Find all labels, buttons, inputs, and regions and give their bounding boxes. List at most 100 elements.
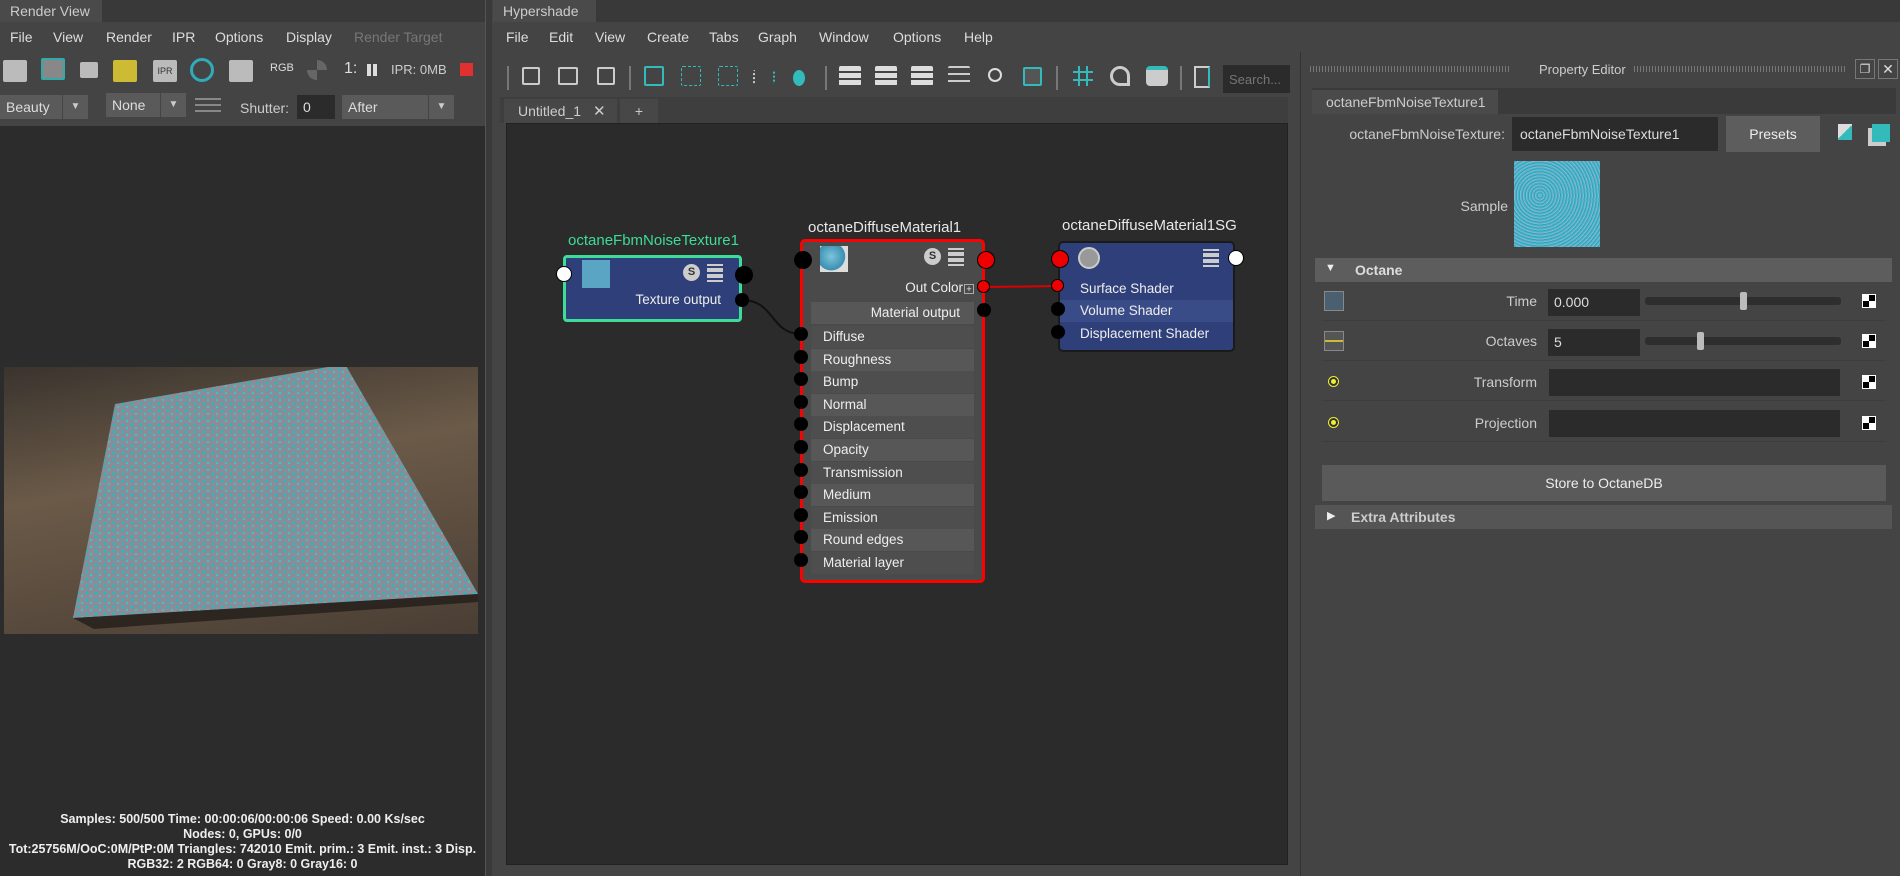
presets-button[interactable]: Presets bbox=[1726, 116, 1820, 152]
material-node-title: octaneDiffuseMaterial1 bbox=[808, 219, 962, 236]
octaves-label: Octaves bbox=[1485, 333, 1537, 349]
material-input-row: Round edges bbox=[811, 529, 974, 552]
close-icon[interactable]: ✕ bbox=[1878, 59, 1898, 79]
map-texture-icon[interactable] bbox=[1862, 416, 1876, 430]
material-input-row: Roughness bbox=[811, 348, 974, 371]
input-label: Opacity bbox=[823, 442, 869, 457]
node-type-label: octaneFbmNoiseTexture: bbox=[1349, 126, 1505, 142]
material-input-port[interactable] bbox=[794, 394, 808, 409]
attributes-list-icon[interactable] bbox=[707, 264, 723, 282]
octaves-input[interactable]: 5 bbox=[1548, 329, 1640, 356]
tab-octaneFbmNoiseTexture1[interactable]: octaneFbmNoiseTexture1 bbox=[1312, 90, 1498, 114]
transform-row: Transform bbox=[1322, 365, 1886, 401]
attributes-list-icon[interactable] bbox=[1203, 249, 1219, 267]
material-input-row: Emission bbox=[811, 506, 974, 529]
out-color-text: Out Color bbox=[905, 280, 963, 295]
input-label: Round edges bbox=[823, 532, 904, 548]
texture-input-port[interactable] bbox=[556, 266, 572, 282]
section-title: Octane bbox=[1355, 262, 1403, 278]
material-input-port[interactable] bbox=[794, 507, 808, 522]
material-input-row: Material layer bbox=[811, 552, 974, 574]
octaves-row: Octaves 5 bbox=[1322, 325, 1886, 361]
material-input-port[interactable] bbox=[794, 349, 808, 364]
sample-label: Sample bbox=[1460, 198, 1508, 214]
surface-shader-port[interactable] bbox=[1051, 279, 1064, 292]
expand-triangle-icon: ▶ bbox=[1327, 510, 1336, 522]
texture-main-output-port[interactable] bbox=[735, 266, 753, 284]
input-label: Diffuse bbox=[823, 329, 865, 344]
sample-swatch bbox=[1514, 161, 1600, 247]
input-label: Displacement bbox=[823, 419, 905, 435]
material-input-row: Bump bbox=[811, 371, 974, 394]
outcolor-to-surface-connection bbox=[984, 285, 1059, 288]
map-texture-icon[interactable] bbox=[1862, 375, 1876, 389]
texture-output-label: Texture output bbox=[635, 292, 721, 307]
copy-tab-icon[interactable] bbox=[1872, 124, 1890, 142]
map-texture-icon[interactable] bbox=[1862, 334, 1876, 348]
store-to-octanedb-button[interactable]: Store to OctaneDB bbox=[1322, 465, 1886, 501]
time-input[interactable]: 0.000 bbox=[1548, 289, 1640, 316]
input-label: Bump bbox=[823, 374, 859, 390]
drag-handle[interactable] bbox=[1634, 66, 1846, 72]
material-input-row: Opacity bbox=[811, 439, 974, 461]
time-row: Time 0.000 bbox=[1322, 285, 1886, 321]
time-slider[interactable] bbox=[1645, 292, 1841, 310]
float-window-icon[interactable]: ❐ bbox=[1855, 59, 1875, 79]
out-color-port[interactable] bbox=[977, 280, 990, 293]
property-editor-title: Property Editor bbox=[1539, 62, 1626, 77]
drag-handle[interactable] bbox=[1310, 66, 1510, 72]
sg-input-row: Volume Shader bbox=[1060, 300, 1233, 322]
material-input-port[interactable] bbox=[794, 327, 808, 341]
input-label: Roughness bbox=[823, 351, 892, 367]
collapse-triangle-icon: ▼ bbox=[1325, 262, 1336, 274]
shading-group-node[interactable]: Surface Shader Volume Shader Displacemen… bbox=[1058, 241, 1235, 352]
sg-input-label: Surface Shader bbox=[1080, 281, 1174, 296]
texture-output-port[interactable] bbox=[735, 293, 749, 307]
texture-swatch bbox=[582, 260, 610, 288]
material-input-row: Medium bbox=[811, 484, 974, 507]
displacement-shader-port[interactable] bbox=[1051, 325, 1065, 339]
attributes-list-icon[interactable] bbox=[948, 248, 964, 266]
sg-main-input-port[interactable] bbox=[1051, 250, 1069, 268]
material-output-label: Material output bbox=[870, 305, 960, 320]
expand-plus-icon[interactable]: + bbox=[964, 284, 974, 294]
material-output-port[interactable] bbox=[977, 303, 991, 317]
show-input-icon[interactable] bbox=[1838, 124, 1852, 140]
transform-label: Transform bbox=[1473, 374, 1537, 390]
octane-section-header[interactable]: ▼ Octane bbox=[1315, 258, 1892, 282]
slider-thumb[interactable] bbox=[1696, 332, 1704, 350]
section-title: Extra Attributes bbox=[1351, 509, 1456, 525]
material-input-row: Diffuse bbox=[811, 326, 974, 348]
material-node[interactable]: S Out Color + Material output Diffuse Roug… bbox=[800, 239, 985, 583]
material-input-port[interactable] bbox=[794, 553, 808, 567]
input-label: Transmission bbox=[823, 464, 903, 480]
sg-input-label: Volume Shader bbox=[1080, 303, 1173, 318]
sg-output-port[interactable] bbox=[1228, 250, 1244, 266]
material-input-row: Displacement bbox=[811, 416, 974, 439]
material-input-port[interactable] bbox=[794, 440, 808, 454]
material-input-row: Normal bbox=[811, 393, 974, 416]
projection-row: Projection bbox=[1322, 406, 1886, 442]
slider-thumb[interactable] bbox=[1740, 292, 1747, 310]
sg-node-title: octaneDiffuseMaterial1SG bbox=[1062, 217, 1237, 234]
material-swatch bbox=[820, 246, 848, 272]
solo-icon[interactable]: S bbox=[683, 264, 700, 281]
input-label: Emission bbox=[823, 509, 878, 525]
sg-input-label: Displacement Shader bbox=[1080, 326, 1210, 341]
out-color-label: Out Color + bbox=[905, 280, 974, 295]
time-label: Time bbox=[1506, 293, 1537, 309]
node-name-input[interactable] bbox=[1512, 117, 1718, 151]
input-label: Medium bbox=[823, 487, 872, 503]
material-input-port[interactable] bbox=[794, 251, 812, 269]
material-input-port[interactable] bbox=[794, 462, 808, 477]
projection-input[interactable] bbox=[1549, 410, 1840, 437]
solo-icon[interactable]: S bbox=[924, 248, 941, 265]
octaves-slider[interactable] bbox=[1645, 332, 1841, 350]
map-texture-icon[interactable] bbox=[1862, 294, 1876, 308]
extra-attributes-header[interactable]: ▶ Extra Attributes bbox=[1315, 505, 1892, 529]
volume-shader-port[interactable] bbox=[1051, 302, 1065, 316]
property-editor-panel bbox=[1300, 52, 1900, 876]
material-main-output-port[interactable] bbox=[977, 251, 995, 269]
transform-input[interactable] bbox=[1549, 369, 1840, 396]
texture-node[interactable]: S Texture output bbox=[563, 255, 742, 322]
